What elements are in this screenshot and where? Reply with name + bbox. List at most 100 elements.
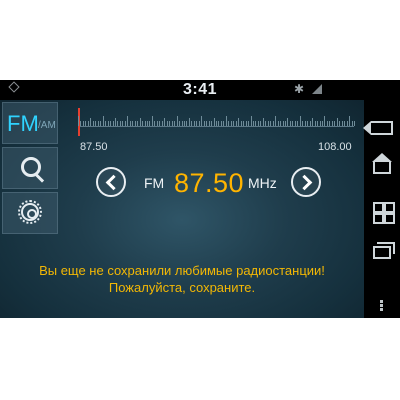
scale-tick [115,118,116,126]
scale-tick [243,121,244,126]
bluetooth-icon: ✱ [294,82,305,96]
scale-tick [122,121,123,126]
scale-tick [297,121,298,126]
scale-tick [90,118,91,126]
scale-tick [218,121,219,126]
home-icon[interactable] [372,153,392,174]
scale-tick [283,121,284,126]
scale-tick [315,121,316,126]
scale-tick [233,121,234,126]
scale-tick [312,118,313,126]
scale-tick [268,121,269,126]
scale-tick [251,116,252,126]
menu-dots-icon[interactable] [380,300,383,303]
scale-tick [295,121,296,126]
scale-tick [110,121,111,126]
scale-tick [209,121,210,126]
scale-tick [100,121,101,126]
scale-tick [95,121,96,126]
scale-tick [285,121,286,126]
tuning-scale[interactable] [78,108,355,138]
chevron-left-icon [105,174,122,191]
scale-tick [167,121,168,126]
scale-tick [226,116,227,126]
scale-tick [344,121,345,126]
scale-tick [194,121,195,126]
scale-tick [88,121,89,126]
scale-tick [159,121,160,126]
tuning-max-label: 108.00 [318,141,352,153]
scale-tick [145,121,146,126]
settings-gear-icon-core [21,203,39,221]
current-frequency: 87.50 [174,168,245,198]
scale-tick [278,121,279,126]
scale-tick [287,118,288,126]
scale-tick [199,121,200,126]
scale-tick [162,121,163,126]
scale-tick [206,121,207,126]
seek-next-button[interactable] [291,167,321,197]
scale-tick [300,116,301,126]
scale-tick [248,121,249,126]
scale-tick [196,121,197,126]
scale-tick [147,121,148,126]
scale-tick [347,121,348,126]
scale-tick [260,121,261,126]
scale-tick [105,121,106,126]
scale-tick [149,121,150,126]
scale-tick [352,121,353,126]
scale-tick [154,121,155,126]
scale-tick [236,121,237,126]
scale-tick [270,121,271,126]
band-am-label: /AM [38,120,56,131]
scale-tick [273,121,274,126]
navigation-bar [363,100,400,318]
scale-tick [263,118,264,126]
apps-grid-icon[interactable] [373,202,395,224]
recent-apps-icon[interactable] [373,242,395,259]
scale-tick [142,121,143,126]
signal-icon [312,84,322,94]
clock: 3:41 [182,81,218,98]
scale-tick [349,116,350,126]
scale-tick [214,118,215,126]
scale-tick [322,121,323,126]
scale-tick [265,121,266,126]
scale-tick [216,121,217,126]
scale-tick [320,121,321,126]
tuning-scale-baseline [78,126,354,127]
scale-tick [174,121,175,126]
seek-previous-button[interactable] [96,167,126,197]
chevron-right-icon [296,174,313,191]
scale-tick [189,118,190,126]
scale-tick [310,121,311,126]
scale-tick [339,121,340,126]
scale-tick [179,121,180,126]
search-button[interactable] [2,147,58,189]
scale-tick [211,121,212,126]
scale-tick [305,121,306,126]
scale-tick [231,121,232,126]
scale-tick [127,116,128,126]
scale-tick [186,121,187,126]
scale-tick [329,121,330,126]
scale-tick [130,121,131,126]
scale-tick [93,121,94,126]
settings-button[interactable] [2,192,58,234]
no-favorites-message: Вы еще не сохранили любимые радиостанции… [39,263,325,278]
scale-tick [327,121,328,126]
radio-screen: 3:41 ✱ FM /AM 87.50 108.00 FM 87.50 MHz … [0,80,400,318]
scale-tick [85,121,86,126]
scale-tick [334,121,335,126]
scale-tick [292,121,293,126]
scale-tick [103,116,104,126]
radio-main: FM /AM 87.50 108.00 FM 87.50 MHz Вы еще … [0,100,364,318]
scale-tick [204,121,205,126]
scale-tick [120,121,121,126]
tuning-min-label: 87.50 [80,141,108,153]
save-prompt-message: Пожалуйста, сохраните. [108,280,256,295]
band-toggle-button[interactable]: FM /AM [2,102,58,144]
scale-tick [113,121,114,126]
back-icon[interactable] [363,121,393,135]
scale-tick [201,116,202,126]
